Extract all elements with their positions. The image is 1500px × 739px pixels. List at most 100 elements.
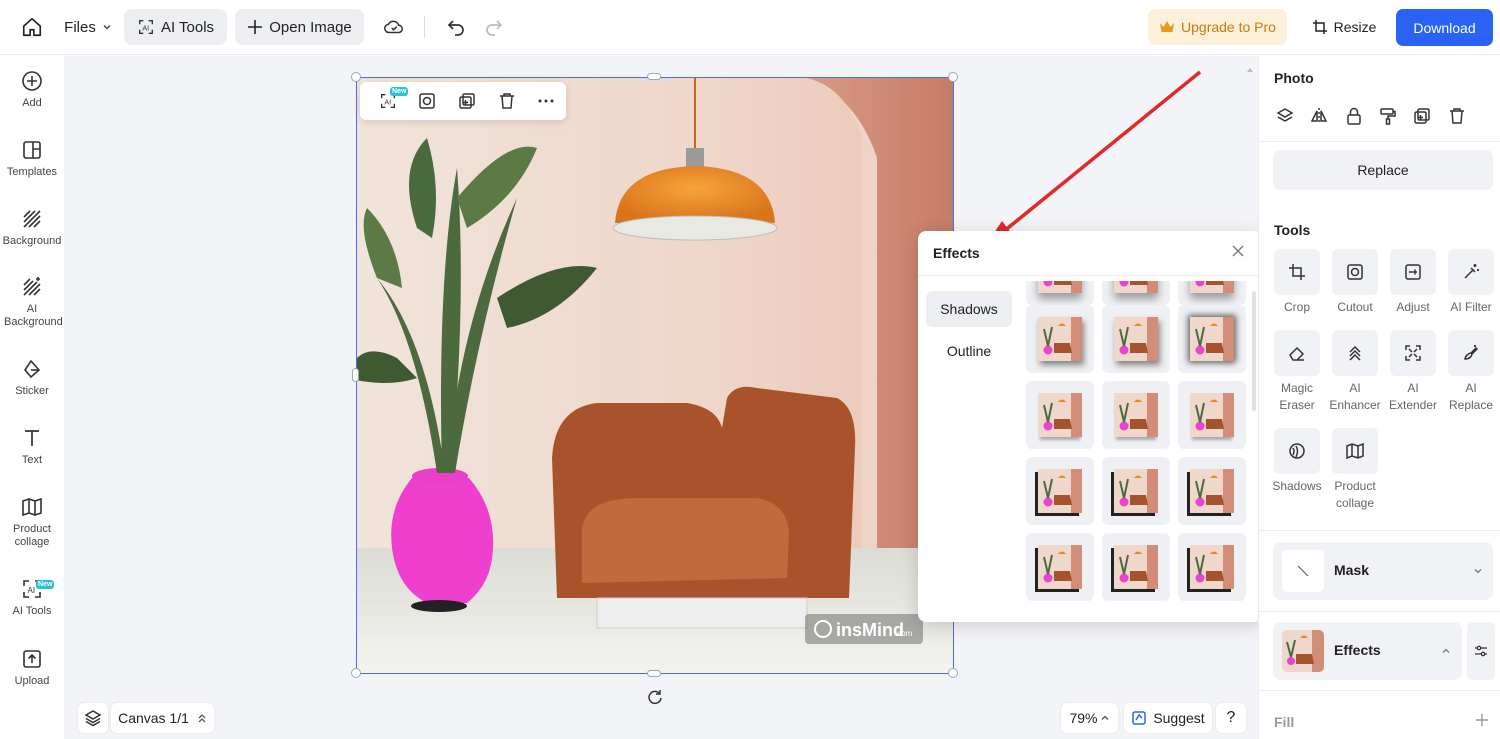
tool-adjust[interactable]: Adjust bbox=[1384, 249, 1442, 316]
tab-shadows[interactable]: Shadows bbox=[926, 291, 1012, 327]
scrollbar[interactable] bbox=[1252, 291, 1256, 411]
tool-cutout[interactable]: Cutout bbox=[1326, 249, 1384, 316]
zoom-control[interactable]: 79% bbox=[1061, 703, 1118, 733]
shadow-preset-preview bbox=[1038, 545, 1082, 589]
copy-style-button[interactable] bbox=[1379, 107, 1397, 130]
shadow-preset[interactable] bbox=[1026, 457, 1094, 525]
zoom-label: 79% bbox=[1069, 710, 1098, 726]
chevron-up-icon bbox=[1442, 648, 1450, 653]
duplicate-button[interactable] bbox=[1413, 107, 1431, 130]
duplicate-icon bbox=[1414, 108, 1430, 124]
shadow-preset-preview bbox=[1114, 317, 1158, 361]
replace-label: Replace bbox=[1357, 162, 1409, 178]
replace-button[interactable]: Replace bbox=[1273, 150, 1493, 190]
layer-order-button[interactable] bbox=[1276, 107, 1294, 130]
shadow-preset-preview bbox=[1190, 281, 1234, 293]
shadow-presets-grid bbox=[1026, 281, 1248, 609]
mask-thumbnail bbox=[1282, 550, 1324, 592]
tool-label: Adjust bbox=[1396, 300, 1430, 314]
tool-label: Cutout bbox=[1337, 300, 1373, 314]
flip-icon bbox=[1310, 108, 1328, 124]
divider bbox=[1259, 530, 1500, 531]
effects-settings-button[interactable] bbox=[1467, 622, 1495, 680]
paint-roller-icon bbox=[1380, 108, 1396, 125]
tool-magic-eraser[interactable]: Magic Eraser bbox=[1268, 330, 1326, 414]
collage-icon bbox=[1346, 442, 1364, 460]
tools-section-title: Tools bbox=[1274, 222, 1311, 238]
right-panel: Photo Replace Tools Crop Cutout Adjust A… bbox=[1258, 56, 1500, 739]
tool-ai-enhancer[interactable]: AI Enhancer bbox=[1326, 330, 1384, 414]
effects-section[interactable]: Effects bbox=[1273, 622, 1462, 680]
shadow-preset[interactable] bbox=[1178, 457, 1246, 525]
suggest-label: Suggest bbox=[1153, 710, 1205, 726]
tool-label: Magic Eraser bbox=[1279, 381, 1315, 412]
shadow-preset[interactable] bbox=[1102, 533, 1170, 601]
tool-ai-replace[interactable]: AI Replace bbox=[1442, 330, 1500, 414]
ai-filter-icon bbox=[1464, 264, 1479, 279]
effects-thumbnail bbox=[1282, 630, 1324, 672]
divider bbox=[1259, 141, 1500, 142]
delete-button[interactable] bbox=[1448, 107, 1466, 130]
shadow-preset[interactable] bbox=[1102, 305, 1170, 373]
canvas-pages-button[interactable]: Canvas 1/1 bbox=[111, 703, 214, 733]
divider bbox=[1259, 690, 1500, 691]
tool-label: Product collage bbox=[1334, 479, 1376, 510]
tool-label: Shadows bbox=[1272, 479, 1322, 493]
shadow-preset[interactable] bbox=[1178, 381, 1246, 449]
add-fill-button[interactable] bbox=[1475, 713, 1489, 732]
tool-crop[interactable]: Crop bbox=[1268, 249, 1326, 316]
shadow-preset-preview bbox=[1038, 317, 1082, 361]
tool-label: AI Replace bbox=[1448, 381, 1494, 412]
shadow-preset[interactable] bbox=[1026, 305, 1094, 373]
ai-replace-icon bbox=[1464, 345, 1479, 360]
shadow-preset[interactable] bbox=[1178, 533, 1246, 601]
shadow-preset[interactable] bbox=[1026, 533, 1094, 601]
tool-label: Crop bbox=[1283, 300, 1310, 314]
layers-button[interactable] bbox=[78, 703, 108, 733]
suggest-button[interactable]: Suggest bbox=[1124, 703, 1212, 733]
canvas-scrollbar[interactable] bbox=[1247, 60, 1253, 72]
close-button[interactable] bbox=[1230, 243, 1246, 264]
shadow-preset-preview bbox=[1114, 393, 1158, 437]
effects-thumbnail-image bbox=[1282, 630, 1324, 672]
shadow-preset-preview bbox=[1038, 281, 1082, 293]
shadow-preset-preview bbox=[1190, 469, 1234, 513]
flip-button[interactable] bbox=[1310, 107, 1328, 130]
shadow-preset-preview bbox=[1038, 393, 1082, 437]
cutout-icon bbox=[1347, 264, 1363, 280]
eraser-icon bbox=[1289, 346, 1305, 361]
crop-icon bbox=[1289, 264, 1305, 280]
shadow-preset[interactable] bbox=[1178, 305, 1246, 373]
lock-button[interactable] bbox=[1345, 107, 1363, 130]
close-icon bbox=[1232, 245, 1244, 257]
shadow-preset[interactable] bbox=[1026, 381, 1094, 449]
shadow-preset[interactable] bbox=[1102, 281, 1170, 305]
divider bbox=[918, 275, 1261, 276]
lock-icon bbox=[1347, 107, 1361, 125]
canvas-label: Canvas 1/1 bbox=[118, 710, 189, 726]
shadow-preset-preview bbox=[1114, 469, 1158, 513]
tool-shadows[interactable]: Shadows bbox=[1268, 428, 1326, 495]
scroll-up-icon bbox=[1247, 68, 1253, 72]
tool-product-collage[interactable]: Product collage bbox=[1326, 428, 1384, 512]
help-button[interactable]: ? bbox=[1216, 703, 1246, 733]
suggest-icon bbox=[1132, 711, 1147, 725]
shadow-preset[interactable] bbox=[1026, 281, 1094, 305]
tool-ai-extender[interactable]: AI Extender bbox=[1384, 330, 1442, 414]
shadow-preset[interactable] bbox=[1102, 381, 1170, 449]
extender-icon bbox=[1405, 345, 1421, 361]
layers-icon bbox=[84, 710, 102, 727]
plus-icon bbox=[1476, 714, 1488, 726]
tool-label: AI Enhancer bbox=[1329, 381, 1381, 412]
shadow-preset[interactable] bbox=[1102, 457, 1170, 525]
enhancer-icon bbox=[1349, 345, 1361, 361]
tool-label: AI Extender bbox=[1388, 381, 1438, 412]
shadow-preset-preview bbox=[1114, 545, 1158, 589]
tool-ai-filter[interactable]: AI Filter bbox=[1442, 249, 1500, 316]
tab-outline[interactable]: Outline bbox=[926, 333, 1012, 369]
mask-section[interactable]: Mask bbox=[1273, 542, 1493, 600]
layers-icon bbox=[1276, 108, 1294, 122]
shadow-preset[interactable] bbox=[1178, 281, 1246, 305]
divider bbox=[1259, 611, 1500, 612]
tool-label: AI Filter bbox=[1450, 300, 1492, 314]
